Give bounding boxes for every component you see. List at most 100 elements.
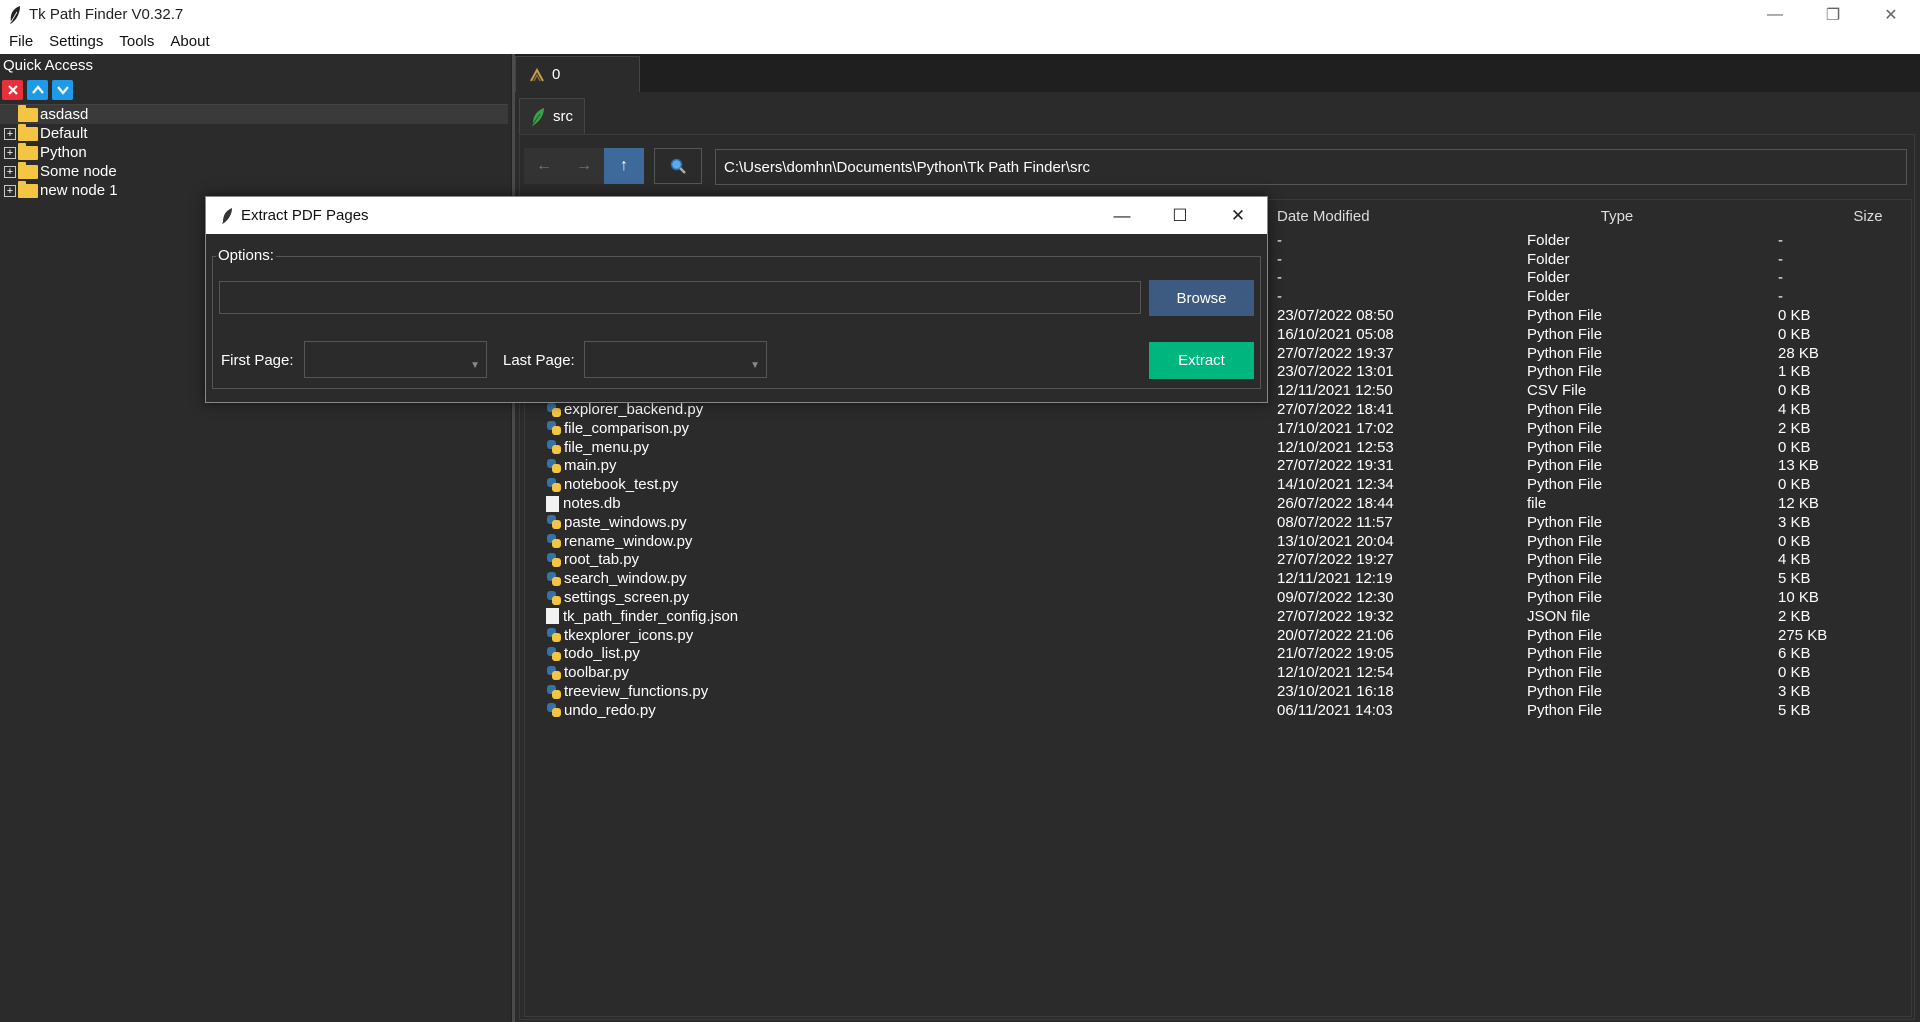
file-row[interactable]: paste_windows.py 08/07/2022 11:57 Python F…	[525, 513, 1911, 532]
file-type: Python File	[1527, 307, 1603, 325]
file-row[interactable]: treeview_functions.py 23/10/2021 16:18 Pyt…	[525, 682, 1911, 701]
chevron-down-icon	[56, 86, 69, 95]
column-header-date[interactable]: Date Modified	[1277, 208, 1370, 225]
path-input[interactable]: C:\Users\domhn\Documents\Python\Tk Path …	[715, 149, 1907, 185]
dialog-minimize-button[interactable]: —	[1093, 197, 1151, 234]
tree-node[interactable]: asdasd	[0, 104, 508, 124]
restore-button[interactable]: ❐	[1804, 0, 1862, 29]
file-row[interactable]: file_comparison.py 17/10/2021 17:02 Python…	[525, 419, 1911, 438]
file-date: 23/07/2022 13:01	[1277, 363, 1394, 381]
file-row[interactable]: tkexplorer_icons.py 20/07/2022 21:06 Pytho…	[525, 626, 1911, 645]
file-row[interactable]: toolbar.py 12/10/2021 12:54 Python File 0 K…	[525, 663, 1911, 682]
first-page-combobox[interactable]: ▼	[304, 341, 487, 378]
file-row[interactable]: rename_window.py 13/10/2021 20:04 Python F…	[525, 532, 1911, 551]
tree-node[interactable]: + Default	[0, 123, 508, 143]
python-file-icon	[546, 439, 562, 455]
file-row[interactable]: notes.db 26/07/2022 18:44 file 12 KB	[525, 494, 1911, 513]
file-type: Python File	[1527, 683, 1603, 701]
menu-file[interactable]: File	[0, 33, 41, 50]
file-type: Python File	[1527, 513, 1603, 531]
expand-icon[interactable]: +	[4, 127, 16, 140]
expand-icon[interactable]: +	[4, 165, 16, 178]
tab-label: 0	[552, 66, 561, 83]
file-size: 0 KB	[1778, 476, 1811, 494]
dialog-close-button[interactable]: ✕	[1209, 197, 1267, 234]
python-file-icon	[546, 571, 562, 587]
file-size: -	[1778, 269, 1783, 287]
file-size: 1 KB	[1778, 363, 1811, 381]
file-size: 0 KB	[1778, 307, 1811, 325]
chevron-up-icon	[31, 85, 44, 94]
file-row[interactable]: search_window.py 12/11/2021 12:19 Python F…	[525, 569, 1911, 588]
delete-node-button[interactable]	[2, 80, 23, 100]
menu-settings[interactable]: Settings	[41, 33, 111, 50]
file-date: 12/10/2021 12:53	[1277, 438, 1394, 456]
tree-node[interactable]: + Python	[0, 142, 508, 162]
window-titlebar[interactable]: Tk Path Finder V0.32.7 — ❐ ✕	[0, 0, 1920, 29]
file-name: rename_window.py	[564, 532, 693, 550]
up-button[interactable]: ↑	[604, 148, 644, 184]
menu-tools[interactable]: Tools	[111, 33, 162, 50]
folder-icon	[18, 180, 38, 198]
folder-icon	[18, 123, 38, 141]
extract-button[interactable]: Extract	[1149, 342, 1254, 379]
file-size: 3 KB	[1778, 683, 1811, 701]
file-name: search_window.py	[564, 570, 687, 588]
file-date: 12/10/2021 12:54	[1277, 664, 1394, 682]
back-button[interactable]: ←	[524, 148, 564, 184]
close-button[interactable]: ✕	[1862, 0, 1920, 29]
tab-src[interactable]: src	[519, 98, 585, 134]
expand-icon[interactable]: +	[4, 184, 16, 197]
move-up-button[interactable]	[27, 80, 48, 100]
folder-icon	[18, 142, 38, 160]
file-name-cell: rename_window.py	[546, 533, 692, 550]
file-date: -	[1277, 269, 1282, 287]
last-page-label: Last Page:	[503, 352, 575, 369]
file-row[interactable]: tk_path_finder_config.json 27/07/2022 19:…	[525, 607, 1911, 626]
search-button[interactable]	[654, 148, 702, 184]
file-type: Python File	[1527, 344, 1603, 362]
file-date: 23/10/2021 16:18	[1277, 683, 1394, 701]
python-file-icon	[546, 684, 562, 700]
menu-about[interactable]: About	[162, 33, 217, 50]
file-row[interactable]: root_tab.py 27/07/2022 19:27 Python File 4 …	[525, 551, 1911, 570]
last-page-combobox[interactable]: ▼	[584, 341, 767, 378]
file-date: -	[1277, 250, 1282, 268]
file-type: Python File	[1527, 532, 1603, 550]
tab-0[interactable]: 0	[515, 56, 640, 92]
dialog-maximize-button[interactable]: ☐	[1151, 197, 1209, 234]
file-name-cell: file_menu.py	[546, 439, 649, 456]
file-row[interactable]: todo_list.py 21/07/2022 19:05 Python File 6…	[525, 645, 1911, 664]
file-date: 27/07/2022 19:31	[1277, 457, 1394, 475]
menu-bar: File Settings Tools About	[0, 29, 1920, 54]
file-date: 26/07/2022 18:44	[1277, 495, 1394, 513]
file-date: 17/10/2021 17:02	[1277, 419, 1394, 437]
dialog-titlebar[interactable]: Extract PDF Pages — ☐ ✕	[206, 197, 1267, 234]
expand-icon[interactable]: +	[4, 146, 16, 159]
file-type: Python File	[1527, 438, 1603, 456]
python-file-icon	[546, 458, 562, 474]
column-header-size[interactable]: Size	[1778, 208, 1920, 225]
file-size: 0 KB	[1778, 664, 1811, 682]
file-size: 5 KB	[1778, 701, 1811, 719]
file-size: 2 KB	[1778, 607, 1811, 625]
file-size: 13 KB	[1778, 457, 1819, 475]
forward-button[interactable]: →	[564, 148, 604, 184]
python-file-icon	[546, 646, 562, 662]
file-row[interactable]: file_menu.py 12/10/2021 12:53 Python File 0…	[525, 438, 1911, 457]
file-size: 6 KB	[1778, 645, 1811, 663]
move-down-button[interactable]	[52, 80, 73, 100]
file-row[interactable]: notebook_test.py 14/10/2021 12:34 Python F…	[525, 475, 1911, 494]
file-name-cell: search_window.py	[546, 570, 687, 587]
file-type: Folder	[1527, 250, 1570, 268]
browse-button[interactable]: Browse	[1149, 280, 1254, 316]
column-header-type[interactable]: Type	[1527, 208, 1707, 225]
file-row[interactable]: settings_screen.py 09/07/2022 12:30 Python…	[525, 588, 1911, 607]
file-row[interactable]: main.py 27/07/2022 19:31 Python File 13 KB	[525, 457, 1911, 476]
file-row[interactable]: undo_redo.py 06/11/2021 14:03 Python File 5…	[525, 701, 1911, 720]
pdf-path-input[interactable]	[219, 281, 1141, 314]
file-name-cell: explorer_backend.py	[546, 401, 703, 418]
file-name-cell: notes.db	[546, 495, 621, 512]
minimize-button[interactable]: —	[1746, 0, 1804, 29]
tree-node[interactable]: + Some node	[0, 161, 508, 181]
